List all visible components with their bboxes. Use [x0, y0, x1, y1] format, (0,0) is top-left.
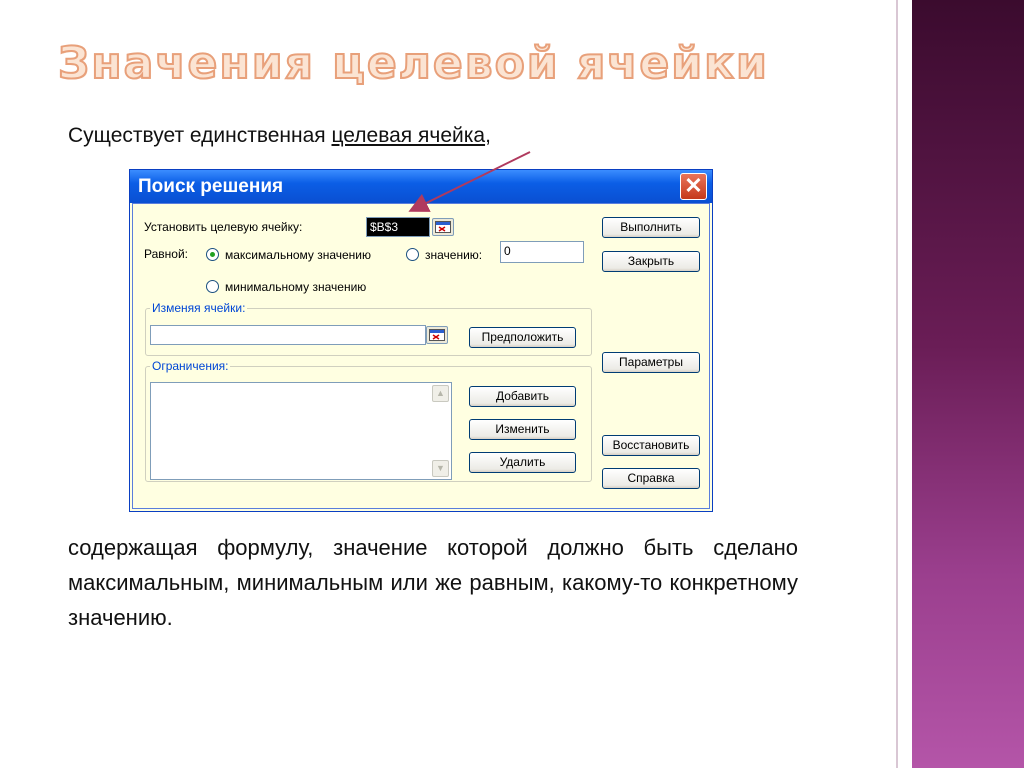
value-field[interactable]: 0: [500, 241, 584, 263]
guess-button[interactable]: Предположить: [469, 327, 576, 348]
changing-cells-input[interactable]: [150, 325, 426, 345]
solve-button[interactable]: Выполнить: [602, 217, 700, 238]
help-button[interactable]: Справка: [602, 468, 700, 489]
body-text: содержащая формулу, значение которой дол…: [68, 535, 798, 630]
scroll-down-icon[interactable]: ▼: [432, 460, 449, 477]
slide-title: Значения целевой ячейки: [57, 37, 769, 90]
intro-prefix: Существует единственная: [68, 124, 332, 147]
reset-button[interactable]: Восстановить: [602, 435, 700, 456]
equal-to-label: Равной:: [144, 247, 188, 261]
decorative-side-bar: [912, 0, 1024, 768]
constraints-label: Ограничения:: [150, 359, 231, 373]
delete-button[interactable]: Удалить: [469, 452, 576, 473]
radio-value[interactable]: [406, 248, 419, 261]
dialog-titlebar: Поиск решения ✕: [130, 170, 712, 203]
intro-target-cell-term: целевая ячейка: [331, 124, 486, 147]
radio-max-label: максимальному значению: [225, 248, 372, 262]
solver-dialog: Поиск решения ✕ Установить целевую ячейк…: [129, 169, 713, 512]
target-cell-label: Установить целевую ячейку:: [144, 220, 303, 234]
radio-max[interactable]: [206, 248, 219, 261]
dialog-title: Поиск решения: [138, 176, 284, 197]
intro-text: Существует единственная целевая ячейка,: [68, 124, 491, 148]
constraints-list[interactable]: ▲ ▼: [150, 382, 452, 480]
options-button[interactable]: Параметры: [602, 352, 700, 373]
close-icon[interactable]: ✕: [680, 173, 707, 200]
changing-cells-label: Изменяя ячейки:: [150, 301, 248, 315]
scroll-up-icon[interactable]: ▲: [432, 385, 449, 402]
target-cell-input[interactable]: $B$3: [366, 217, 430, 237]
collapse-dialog-icon[interactable]: [432, 218, 454, 236]
intro-suffix: ,: [485, 124, 491, 147]
radio-min[interactable]: [206, 280, 219, 293]
radio-value-label: значению:: [425, 248, 483, 262]
close-button[interactable]: Закрыть: [602, 251, 700, 272]
radio-min-label: минимальному значению: [225, 280, 367, 294]
collapse-dialog-icon[interactable]: [426, 326, 448, 344]
add-button[interactable]: Добавить: [469, 386, 576, 407]
change-button[interactable]: Изменить: [469, 419, 576, 440]
side-divider-line: [896, 0, 898, 768]
